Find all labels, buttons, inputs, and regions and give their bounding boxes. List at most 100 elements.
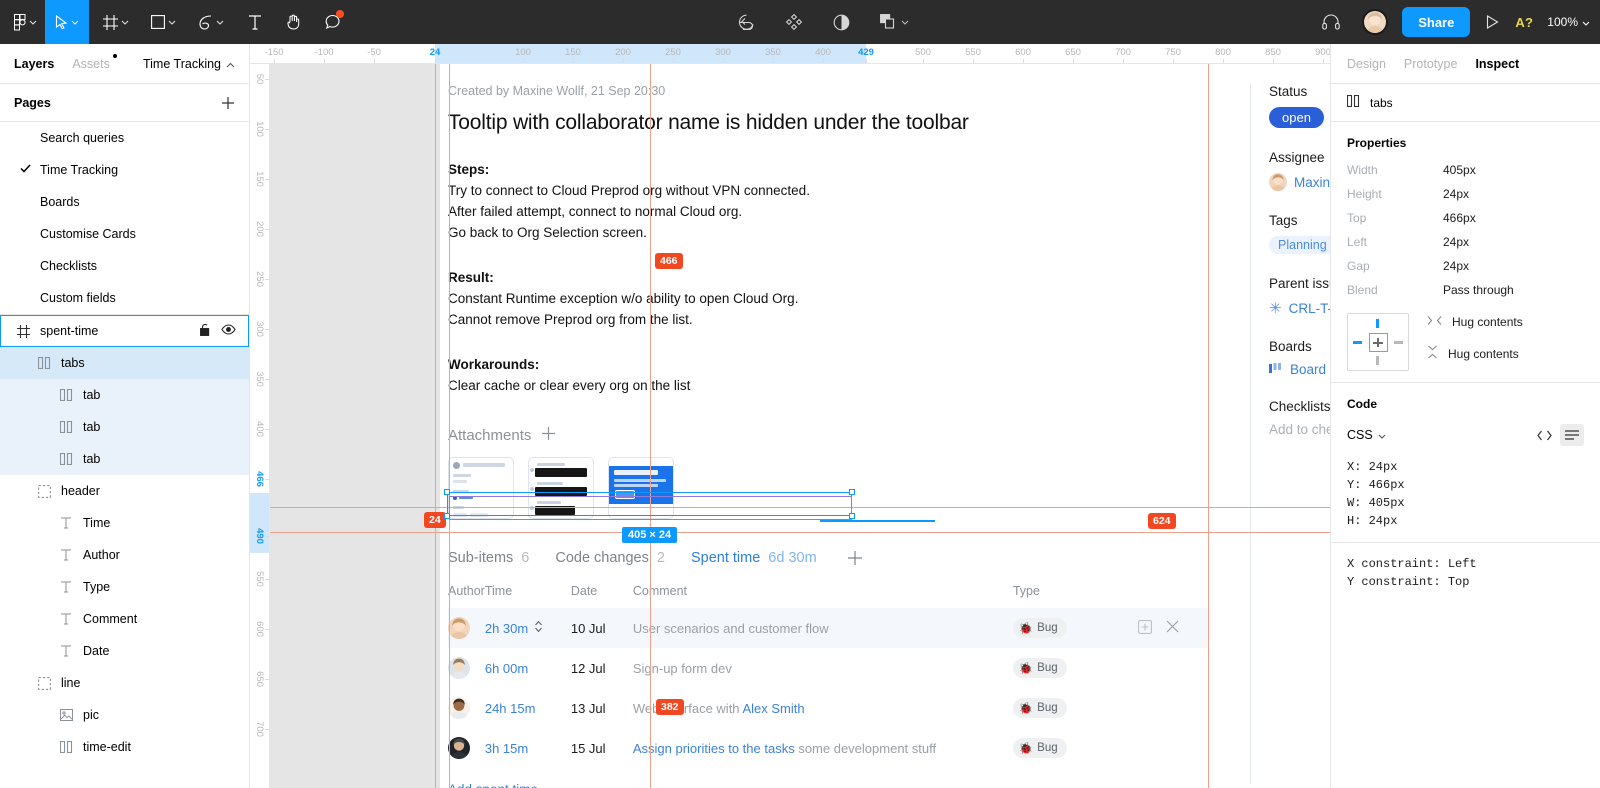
components-icon[interactable] — [872, 0, 917, 44]
resize-handle[interactable] — [444, 513, 450, 519]
row-time[interactable]: 24h 15m — [485, 688, 571, 728]
resize-handle[interactable] — [444, 489, 450, 495]
page-item-custom-fields[interactable]: Custom fields — [0, 282, 249, 314]
layer-item-type[interactable]: Type — [0, 571, 249, 603]
page-item-customise-cards[interactable]: Customise Cards — [0, 218, 249, 250]
layer-item-tab[interactable]: tab — [0, 379, 249, 411]
layer-item-spent-time[interactable]: spent-time — [0, 315, 249, 347]
comment-link[interactable]: Assign priorities to the tasks — [633, 741, 795, 756]
layer-item-tab[interactable]: tab — [0, 443, 249, 475]
code-language-value: CSS — [1347, 428, 1373, 442]
file-name-menu[interactable]: Time Tracking — [143, 57, 235, 71]
avatar[interactable] — [1362, 9, 1389, 35]
vertical-ruler[interactable]: 50 100 150 200 250 300 350 400 466 490 550 600 650 70… — [250, 64, 270, 788]
chevron-up-icon — [226, 57, 235, 71]
share-button[interactable]: Share — [1402, 7, 1471, 37]
tab-spent-time[interactable]: Spent time 6d 30m — [691, 550, 817, 566]
layer-item-time[interactable]: Time — [0, 507, 249, 539]
add-spent-time-link[interactable]: Add spent time — [448, 782, 1238, 788]
section-label: Workarounds: — [448, 357, 540, 372]
code-language-select[interactable]: CSS — [1347, 428, 1386, 442]
status-badge[interactable]: open — [1269, 107, 1324, 128]
row-time[interactable]: 2h 30m — [485, 608, 571, 648]
tag-badge[interactable]: Planning / Iss — [1269, 236, 1330, 254]
tab-design[interactable]: Design — [1347, 57, 1386, 71]
tab-inspect[interactable]: Inspect — [1475, 57, 1519, 71]
accessibility-badge[interactable]: A? — [1515, 15, 1533, 30]
zoom-control[interactable]: 100% — [1547, 15, 1590, 29]
section-result: Result: Constant Runtime exception w/o a… — [448, 267, 1238, 330]
resize-handle[interactable] — [849, 513, 855, 519]
layer-item-date[interactable]: Date — [0, 635, 249, 667]
pen-tool[interactable] — [184, 0, 232, 44]
visibility-icon[interactable] — [221, 324, 236, 338]
ruler-tick-mark — [1123, 59, 1124, 63]
comment-tool[interactable] — [309, 0, 349, 44]
layer-item-line[interactable]: line — [0, 667, 249, 699]
delete-icon[interactable] — [1166, 620, 1179, 636]
image-icon — [58, 709, 74, 721]
layer-item-label: tab — [83, 452, 101, 466]
row-time-value: 3h 15m — [484, 740, 529, 756]
list-view-icon[interactable] — [1560, 424, 1584, 446]
parent-issue-value[interactable]: ✳ CRL-T-34 | — [1269, 299, 1330, 317]
layer-item-time-edit[interactable]: time-edit — [0, 731, 249, 763]
stepper-icon[interactable] — [534, 620, 543, 636]
horizontal-ruler[interactable]: -150 -100 -50 24 100 150 200 250 300 350 400 429 500… — [250, 44, 1330, 64]
layers-list: spent-time tabs tab tab tab header Time Author T… — [0, 315, 249, 763]
table-row[interactable]: 24h 15m 13 Jul Web interface with Alex S… — [448, 688, 1208, 728]
component-icon — [58, 453, 74, 465]
tab-assets[interactable]: Assets — [72, 53, 117, 71]
plugins-icon[interactable] — [777, 0, 811, 44]
layer-item-comment[interactable]: Comment — [0, 603, 249, 635]
tab-code-changes[interactable]: Code changes 2 — [555, 550, 665, 566]
actions-icon[interactable] — [730, 0, 763, 44]
code-view-icon[interactable] — [1532, 424, 1556, 446]
add-attachment-icon[interactable] — [541, 426, 556, 445]
dev-mode-icon[interactable] — [825, 0, 858, 44]
row-time[interactable]: 3h 15m — [485, 728, 571, 768]
move-tool[interactable] — [45, 0, 89, 44]
page-item-search-queries[interactable]: Search queries — [0, 122, 249, 154]
shape-tool[interactable] — [137, 0, 184, 44]
row-time[interactable]: 6h 00m — [485, 648, 571, 688]
property-row-height: Height 24px — [1347, 187, 1584, 201]
page-item-boards[interactable]: Boards — [0, 186, 249, 218]
layer-item-label: pic — [83, 708, 99, 722]
layer-item-tab[interactable]: tab — [0, 411, 249, 443]
layer-item-tabs[interactable]: tabs — [0, 347, 249, 379]
add-page-icon[interactable] — [221, 96, 235, 110]
present-play-icon[interactable] — [1484, 0, 1501, 44]
code-values[interactable]: X: 24px Y: 466px W: 405px H: 24px — [1331, 446, 1600, 542]
horizontal-resize-icon — [1427, 315, 1442, 329]
assignee-value[interactable]: Maxine Wo — [1269, 173, 1330, 191]
add-to-checklist-link[interactable]: Add to checkli — [1269, 422, 1330, 437]
artboard-spent-time[interactable]: Created by Maxine Wollf, 21 Sep 20:30 To… — [440, 64, 1330, 788]
page-item-checklists[interactable]: Checklists — [0, 250, 249, 282]
frame-tool[interactable] — [89, 0, 137, 44]
tab-prototype[interactable]: Prototype — [1404, 57, 1458, 71]
comment-mention-link[interactable]: Alex Smith — [742, 701, 804, 716]
resize-handle[interactable] — [849, 489, 855, 495]
ruler-tick-label: 24 — [429, 47, 441, 58]
tab-layers[interactable]: Layers — [14, 57, 54, 71]
boards-value[interactable]: Board MVP — [1269, 362, 1330, 377]
text-tool[interactable] — [232, 0, 270, 44]
tab-sub-items[interactable]: Sub-items 6 — [448, 550, 529, 566]
hand-tool[interactable] — [270, 0, 309, 44]
layer-item-author[interactable]: Author — [0, 539, 249, 571]
unlock-icon[interactable] — [200, 323, 211, 339]
layer-item-header[interactable]: header — [0, 475, 249, 507]
table-row[interactable]: 6h 00m 12 Jul Sign-up form dev 🐞 Bug — [448, 648, 1208, 688]
headphones-icon[interactable] — [1314, 0, 1348, 44]
layer-item-pic[interactable]: pic — [0, 699, 249, 731]
figma-logo-icon[interactable] — [0, 0, 45, 44]
table-row[interactable]: 2h 30m 10 Jul User scenarios and custome… — [448, 608, 1208, 648]
add-tab-icon[interactable] — [847, 550, 863, 566]
page-item-time-tracking[interactable]: Time Tracking — [0, 154, 249, 186]
design-canvas[interactable]: Created by Maxine Wollf, 21 Sep 20:30 To… — [270, 64, 1330, 788]
table-row[interactable]: 3h 15m 15 Jul Assign priorities to the t… — [448, 728, 1208, 768]
duplicate-icon[interactable] — [1138, 619, 1152, 637]
guide-line-vertical — [650, 64, 651, 788]
component-icon — [58, 389, 74, 401]
